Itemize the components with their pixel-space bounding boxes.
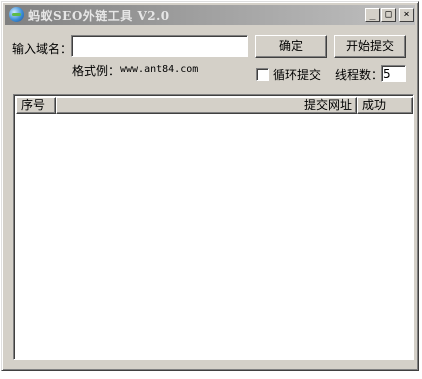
format-example-label: 格式例： [72, 64, 121, 78]
minimize-button[interactable]: _ [365, 8, 380, 22]
list-header: 序号 提交网址 成功 [16, 97, 413, 114]
column-header-index[interactable]: 序号 [16, 97, 56, 114]
window-title: 蚂蚁SEO外链工具 V2.0 [28, 9, 170, 23]
maximize-button[interactable]: □ [381, 8, 396, 22]
title-bar[interactable]: 蚂蚁SEO外链工具 V2.0 _ □ × [5, 5, 415, 25]
app-globe-icon [9, 7, 24, 22]
thread-count-input[interactable] [381, 65, 406, 82]
main-window: 蚂蚁SEO外链工具 V2.0 _ □ × 输入域名： 确定 开始提交 格式例： … [1, 1, 419, 371]
submission-list[interactable]: 序号 提交网址 成功 [13, 94, 414, 360]
column-header-success[interactable]: 成功 [357, 97, 413, 114]
format-example-value: www.ant84.com [120, 64, 199, 75]
close-button[interactable]: × [399, 8, 414, 22]
loop-submit-checkbox[interactable] [256, 68, 269, 81]
thread-count-label: 线程数： [335, 68, 384, 82]
column-header-url[interactable]: 提交网址 [56, 97, 357, 114]
domain-input[interactable] [71, 35, 248, 57]
start-submit-button[interactable]: 开始提交 [334, 35, 406, 58]
domain-label: 输入域名： [12, 42, 73, 56]
loop-submit-label: 循环提交 [273, 68, 322, 82]
confirm-button[interactable]: 确定 [255, 35, 327, 58]
